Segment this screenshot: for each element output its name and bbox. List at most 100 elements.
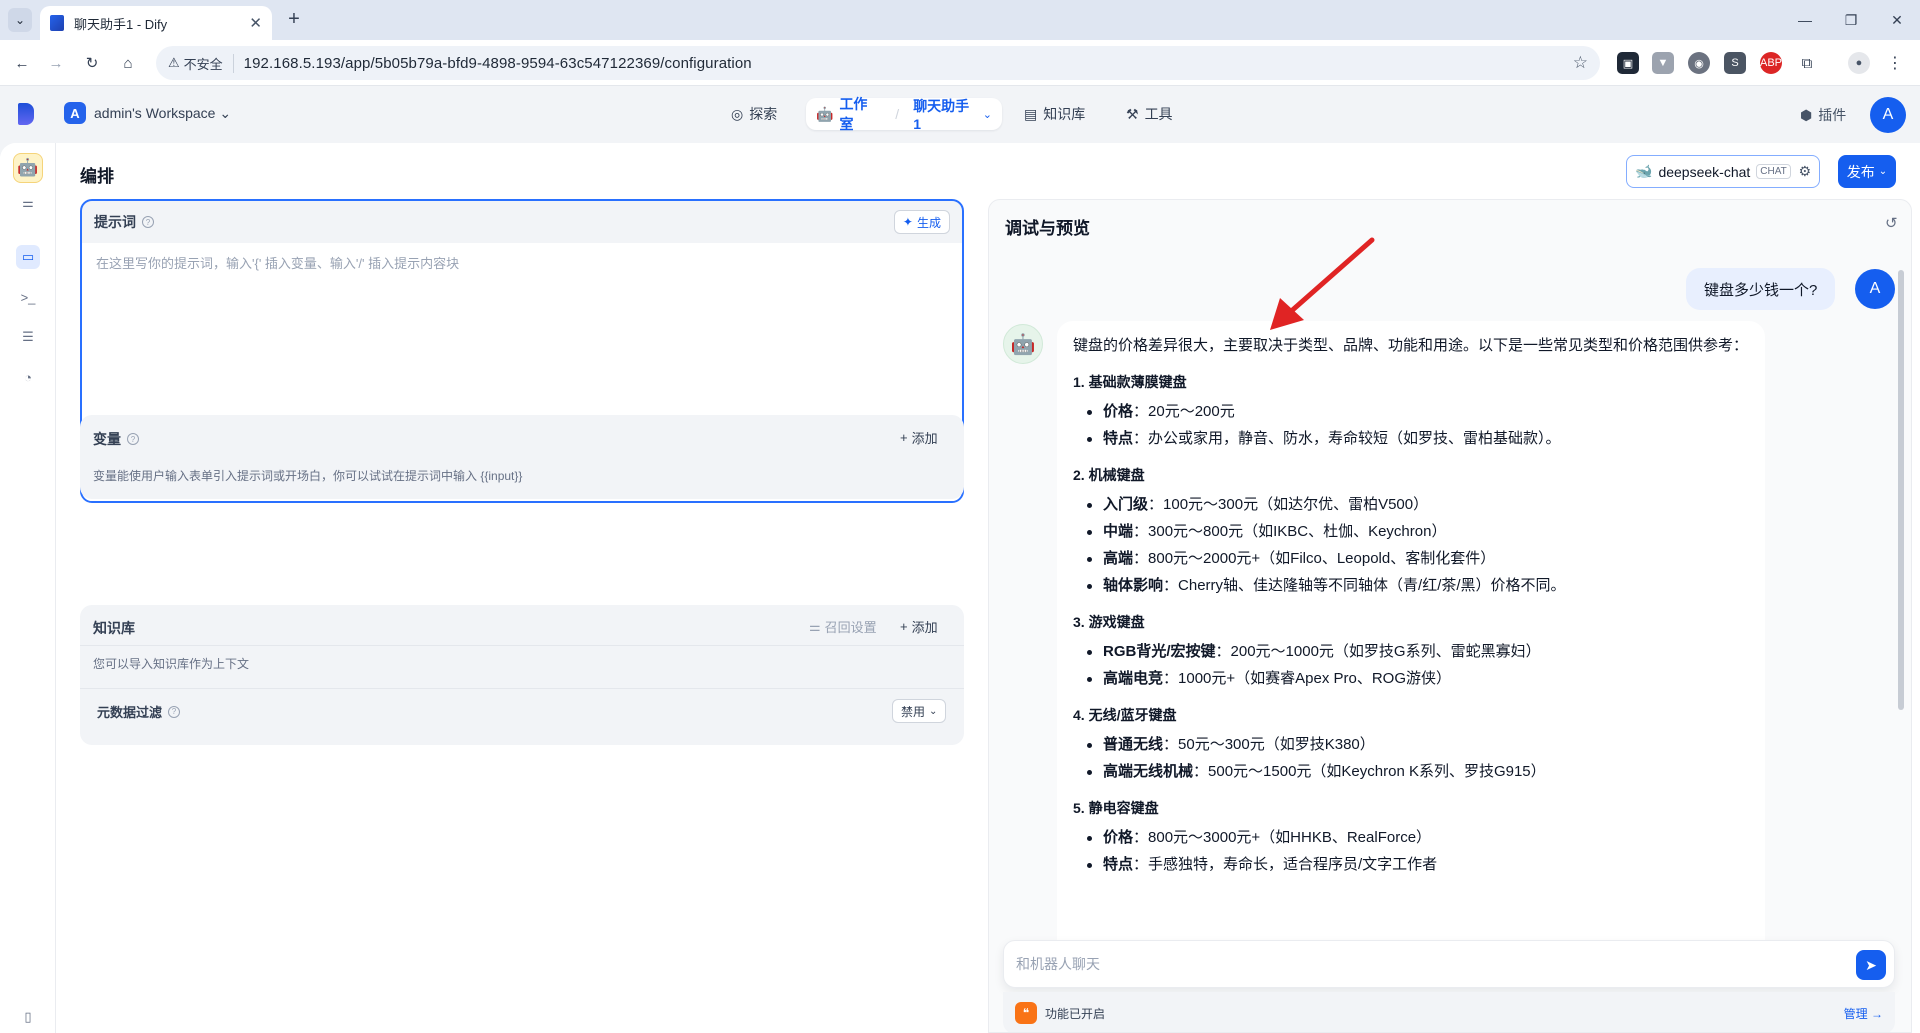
generate-label: 生成 [916,215,941,230]
new-tab-plus-icon[interactable]: + [282,8,306,31]
extensions-puzzle-icon[interactable]: ⧉ [1796,52,1818,74]
answer-section-heading: 3. 游戏键盘 [1073,614,1145,630]
help-icon[interactable]: ? [142,216,154,228]
answer-list: 价格：20元～200元 特点：办公或家用，静音、防水，寿命较短（如罗技、雷柏基础款… [1073,401,1749,450]
help-icon[interactable]: ? [168,705,181,718]
model-name: deepseek-chat [1658,163,1751,180]
manage-label: 管理 [1843,1006,1868,1021]
nav-studio-label: 工作室 [839,96,868,132]
metadata-filter-select[interactable]: 禁用 ⌄ [892,699,947,723]
insecure-label: 不安全 [183,56,223,72]
forward-arrow-icon[interactable]: → [44,51,68,75]
browser-menu-icon[interactable]: ⋮ [1884,52,1906,74]
answer-item-key: 价格 [1103,829,1134,846]
add-knowledge-button[interactable]: + 添加 [900,617,938,636]
answer-item-value: ：1000元+（如赛睿Apex Pro、ROG游侠） [1163,670,1452,687]
app-robot-icon[interactable]: 🤖 [13,153,43,183]
url-text[interactable]: 192.168.5.193/app/5b05b79a-bfd9-4898-959… [244,55,752,72]
section-divider [80,688,964,689]
model-selector[interactable]: 🐋 deepseek-chat CHAT ⚙ [1626,155,1820,188]
api-terminal-icon[interactable]: >_ [16,285,40,309]
answer-item-value: ：800元～3000元+（如HHKB、RealForce） [1133,829,1432,846]
tab-title: 聊天助手1 - Dify [74,16,168,32]
user-avatar[interactable]: A [1870,97,1906,133]
address-bar-row: ← → ↻ ⌂ ⚠ 不安全 192.168.5.193/app/5b05b79a… [0,40,1920,86]
chat-input[interactable]: 和机器人聊天 ➤ [1003,940,1895,988]
nav-studio[interactable]: 🤖 工作室 / 聊天助手1 ⌄ [806,96,1002,132]
monitoring-gauge-icon[interactable]: ◔ [16,365,40,389]
section-divider [80,645,964,646]
plugins-label: 插件 [1818,107,1847,123]
security-indicator[interactable]: ⚠ 不安全 [168,53,234,73]
nav-tools[interactable]: ⚒ 工具 [1126,98,1173,130]
restart-conversation-icon[interactable]: ↺ [1885,214,1898,232]
chat-scrollbar[interactable] [1897,260,1905,1030]
chat-scrollbar-thumb[interactable] [1898,270,1904,710]
answer-item-key: RGB背光/宏按键 [1103,643,1216,660]
answer-item-value: ：200元～1000元（如罗技G系列、雷蛇黑寡妇） [1215,643,1541,660]
answer-list-item: 中端：300元～800元（如IKBC、杜伽、Keychron） [1073,521,1749,543]
feature-bar: ❝ 功能已开启 管理 → [1003,992,1895,1032]
window-close-icon[interactable]: ✕ [1874,0,1920,40]
feature-icon: ❝ [1015,1002,1037,1024]
extension-2-icon[interactable]: ▼ [1652,52,1674,74]
dify-logo-icon[interactable] [18,103,34,125]
manage-features-link[interactable]: 管理 → [1844,1005,1883,1022]
profile-icon[interactable]: ● [1848,52,1870,74]
metadata-filter-label: 元数据过滤 [97,705,163,720]
back-arrow-icon[interactable]: ← [10,51,34,75]
add-variable-button[interactable]: + 添加 [900,428,938,447]
adblock-extension-icon[interactable]: ABP [1760,52,1782,74]
prompt-header: 提示词 ? ✦ 生成 [82,201,962,243]
book-icon: ▤ [1024,105,1038,122]
compass-icon: ◎ [731,105,744,122]
minimize-icon[interactable]: — [1782,0,1828,40]
logs-document-icon[interactable]: ☰ [16,325,40,349]
user-message: 键盘多少钱一个? [1686,268,1836,310]
home-icon[interactable]: ⌂ [116,51,140,75]
app-settings-sliders-icon[interactable]: ⚌ [16,191,40,215]
extension-4-icon[interactable]: S [1724,52,1746,74]
answer-item-value: ：手感独特，寿命长，适合程序员/文字工作者 [1133,856,1438,873]
model-settings-icon[interactable]: ⚙ [1798,163,1811,180]
app-switcher-label[interactable]: 聊天助手1 [913,96,977,132]
publish-button[interactable]: 发布 ⌄ [1838,155,1896,188]
generate-button[interactable]: ✦ 生成 [893,210,950,234]
prompt-label: 提示词 [94,214,136,230]
recall-settings-button[interactable]: ⚌ 召回设置 [809,617,877,636]
extension-1-icon[interactable]: ▣ [1617,52,1639,74]
tab-close-icon[interactable]: ✕ [249,14,262,32]
metadata-filter-value: 禁用 [901,704,926,719]
restore-icon[interactable]: ❐ [1828,0,1874,40]
variables-label: 变量 [93,431,121,447]
bot-answer: 键盘的价格差异很大，主要取决于类型、品牌、功能和用途。以下是一些常见类型和价格范… [1057,321,1765,961]
answer-item-key: 价格 [1103,403,1134,420]
answer-item-value: ：办公或家用，静音、防水，寿命较短（如罗技、雷柏基础款）。 [1133,430,1561,447]
chat-input-placeholder: 和机器人聊天 [1016,956,1100,972]
tab-search-chevron-icon[interactable]: ⌄ [8,8,32,32]
browser-tab[interactable]: 聊天助手1 - Dify ✕ [40,6,272,40]
debug-title: 调试与预览 [1005,219,1090,238]
nav-knowledge[interactable]: ▤ 知识库 [1024,98,1085,130]
answer-list: RGB背光/宏按键：200元～1000元（如罗技G系列、雷蛇黑寡妇） 高端电竞：1… [1073,641,1749,690]
orchestrate-icon[interactable]: ▭ [16,245,40,269]
omnibox[interactable]: ⚠ 不安全 192.168.5.193/app/5b05b79a-bfd9-48… [156,46,1600,80]
bookmark-star-icon[interactable]: ☆ [1573,53,1588,73]
chevron-down-icon: ⌄ [1878,166,1888,177]
help-icon[interactable]: ? [127,433,139,445]
workspace-avatar[interactable]: A [64,102,86,124]
answer-section-heading: 2. 机械键盘 [1073,467,1145,483]
collapse-sidebar-icon[interactable]: ▯ [16,1005,40,1029]
plugins-button[interactable]: ⬢ 插件 [1800,105,1846,125]
answer-item-key: 特点 [1103,430,1134,447]
answer-list-item: 入门级：100元～300元（如达尔优、雷柏V500） [1073,494,1749,516]
workspace-switcher[interactable]: admin's Workspace ⌄ [94,105,231,122]
metadata-filter-title: 元数据过滤 ? [97,702,181,721]
reload-icon[interactable]: ↻ [80,51,104,75]
answer-sections: 1. 基础款薄膜键盘 价格：20元～200元 特点：办公或家用，静音、防水，寿命较短… [1073,371,1749,876]
answer-list-item: 普通无线：50元～300元（如罗技K380） [1073,734,1749,756]
answer-item-key: 中端 [1103,523,1134,540]
extension-3-icon[interactable]: ◉ [1688,52,1710,74]
nav-explore[interactable]: ◎ 探索 [731,98,777,130]
send-icon[interactable]: ➤ [1856,950,1886,980]
